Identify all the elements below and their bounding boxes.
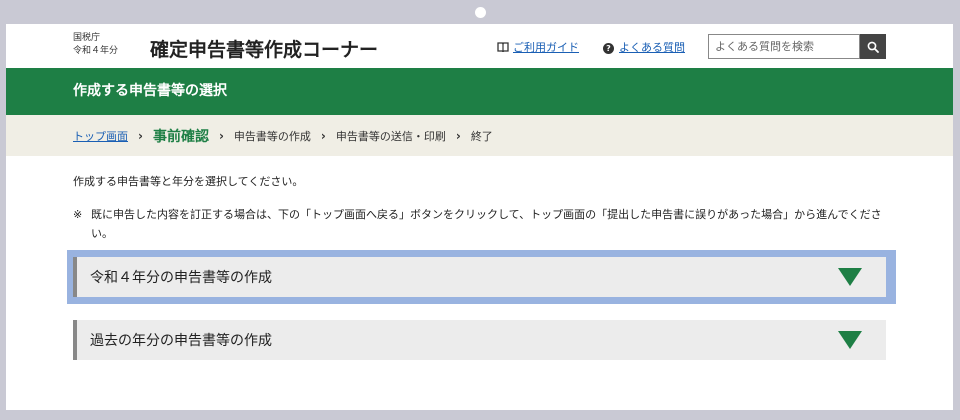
breadcrumb-separator-icon: › <box>218 128 224 143</box>
site-title: 確定申告書等作成コーナー <box>150 39 379 61</box>
faq-link-label[interactable]: よくある質問 <box>619 41 685 54</box>
faq-search-input[interactable] <box>708 34 860 59</box>
note-mark: ※ <box>73 208 83 221</box>
note: ※ 既に申告した内容を訂正する場合は、下の「トップ画面へ戻る」ボタンをクリックし… <box>73 205 883 243</box>
question-circle-icon: ? <box>603 43 614 54</box>
agency-name: 国税庁 <box>73 33 101 43</box>
option-current-year-label: 令和４年分の申告書等の作成 <box>90 270 272 286</box>
guide-link[interactable]: ご利用ガイド <box>497 39 579 55</box>
breadcrumb: トップ画面 › 事前確認 › 申告書等の作成 › 申告書等の送信・印刷 › 終了 <box>6 115 953 156</box>
breadcrumb-separator-icon: › <box>455 128 461 143</box>
triangle-down-icon <box>838 331 862 349</box>
site-header: 国税庁 令和４年分 確定申告書等作成コーナー ご利用ガイド ? よくある質問 <box>6 24 953 68</box>
instruction-text: 作成する申告書等と年分を選択してください。 <box>73 175 304 188</box>
triangle-down-icon <box>838 268 862 286</box>
search-icon <box>867 41 879 53</box>
option-past-years-label: 過去の年分の申告書等の作成 <box>90 333 272 349</box>
tax-year: 令和４年分 <box>73 46 119 56</box>
device-camera <box>475 7 486 18</box>
book-icon <box>497 42 509 52</box>
page-heading: 作成する申告書等の選択 <box>6 68 953 115</box>
breadcrumb-step-finish: 終了 <box>470 129 493 143</box>
guide-link-label[interactable]: ご利用ガイド <box>513 41 579 54</box>
note-text: 既に申告した内容を訂正する場合は、下の「トップ画面へ戻る」ボタンをクリックして、… <box>91 208 882 240</box>
screen: 国税庁 令和４年分 確定申告書等作成コーナー ご利用ガイド ? よくある質問 作成… <box>6 24 953 410</box>
breadcrumb-top[interactable]: トップ画面 <box>73 128 128 144</box>
faq-link[interactable]: ? よくある質問 <box>603 39 685 55</box>
breadcrumb-separator-icon: › <box>320 128 326 143</box>
search-button[interactable] <box>860 34 886 59</box>
option-current-year[interactable]: 令和４年分の申告書等の作成 <box>73 257 886 297</box>
breadcrumb-current-step: 事前確認 <box>152 128 209 145</box>
agency-label: 国税庁 令和４年分 <box>73 32 118 58</box>
option-past-years[interactable]: 過去の年分の申告書等の作成 <box>73 320 886 360</box>
breadcrumb-step-send-print: 申告書等の送信・印刷 <box>335 129 446 143</box>
breadcrumb-step-create: 申告書等の作成 <box>233 129 311 143</box>
breadcrumb-separator-icon: › <box>138 128 143 143</box>
